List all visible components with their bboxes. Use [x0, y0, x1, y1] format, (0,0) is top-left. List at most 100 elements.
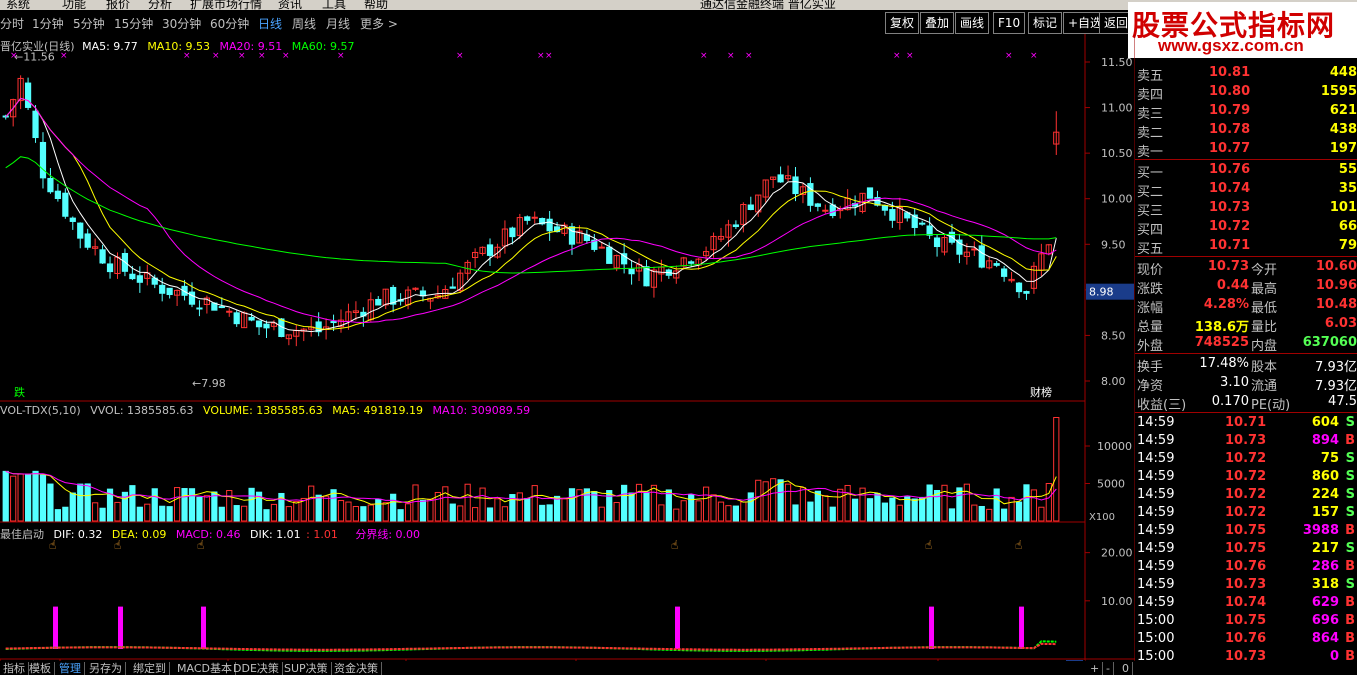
period-60min[interactable]: 60分钟 — [210, 15, 249, 32]
tab-macd-basic[interactable]: MACD基本 — [174, 662, 236, 675]
volume-bar — [896, 504, 903, 522]
menu-help[interactable]: 帮助 — [364, 0, 388, 10]
stat-value: 3.10 — [1220, 375, 1249, 390]
tick-volume: 860 — [1311, 469, 1339, 484]
period-weekly[interactable]: 周线 — [292, 15, 316, 32]
tick-row: 14:59 10.72 157 S — [1135, 504, 1357, 522]
tick-price: 10.76 — [1225, 631, 1267, 646]
volume-bar — [524, 497, 531, 522]
period-timeshare[interactable]: 分时 — [0, 15, 24, 32]
sell-level[interactable]: 卖二 10.78 438 — [1135, 121, 1357, 141]
candle-body — [99, 249, 106, 264]
stat-label: 量比 — [1251, 320, 1278, 335]
kline-chart[interactable]: 11.5011.0010.5010.009.509.008.508.008.98… — [0, 34, 1135, 661]
dea-line — [5, 642, 1057, 651]
sell-level[interactable]: 卖一 10.77 197 — [1135, 140, 1357, 160]
menu-tools[interactable]: 工具 — [322, 0, 346, 10]
volume-bar — [598, 506, 605, 522]
buy-level[interactable]: 买三 10.73 101 — [1135, 199, 1357, 219]
period-15min[interactable]: 15分钟 — [114, 15, 153, 32]
tick-side: S — [1345, 451, 1355, 466]
buy-level[interactable]: 买二 10.74 35 — [1135, 180, 1357, 200]
tick-time: 14:59 — [1137, 595, 1175, 610]
period-more[interactable]: 更多 > — [360, 15, 398, 32]
restore-rights-button[interactable]: 复权 — [885, 12, 920, 34]
stat-label: 涨跌 — [1137, 282, 1164, 297]
tab-template[interactable]: 模板 — [26, 662, 55, 675]
period-monthly[interactable]: 月线 — [326, 15, 350, 32]
overlay-button[interactable]: 叠加 — [920, 12, 955, 34]
volume-bar — [814, 490, 821, 522]
vol-tick-label: 5000 — [1097, 478, 1125, 491]
ma60-line — [5, 156, 1057, 274]
f10-button[interactable]: F10 — [993, 12, 1026, 34]
volume-bar — [926, 484, 933, 522]
period-5min[interactable]: 5分钟 — [73, 15, 105, 32]
buy-level[interactable]: 买五 10.71 79 — [1135, 237, 1357, 257]
menu-analysis[interactable]: 分析 — [148, 0, 172, 10]
tick-row: 14:59 10.72 860 S — [1135, 468, 1357, 486]
menu-ext-market[interactable]: 扩展市场行情 — [190, 0, 262, 10]
period-30min[interactable]: 30分钟 — [162, 15, 201, 32]
tab-bind-to[interactable]: 绑定到 — [130, 662, 170, 675]
volume-bar — [330, 489, 337, 522]
tick-price: 10.71 — [1225, 415, 1267, 430]
buy-level[interactable]: 买一 10.76 55 — [1135, 161, 1357, 181]
zoom-out-button[interactable]: - — [1103, 662, 1114, 675]
watermark-logo: 股票公式指标网 www.gsxz.com.cn — [1128, 2, 1357, 58]
volume-bar — [92, 502, 99, 522]
volume-bar — [2, 470, 9, 522]
tick-volume: 696 — [1311, 613, 1339, 628]
stat-label: 换手 — [1137, 360, 1164, 375]
sell-level[interactable]: 卖四 10.80 1595 — [1135, 83, 1357, 103]
level-price: 10.74 — [1209, 181, 1251, 196]
volume-bar — [241, 505, 248, 522]
tick-volume: 224 — [1311, 487, 1339, 502]
candle-body — [24, 82, 32, 108]
candle-body — [822, 209, 829, 212]
tab-indicator[interactable]: 指标 — [0, 662, 29, 675]
menu-system[interactable]: 系统 — [6, 0, 30, 10]
level-price: 10.76 — [1209, 162, 1251, 177]
period-1min[interactable]: 1分钟 — [32, 15, 64, 32]
tick-price: 10.72 — [1225, 487, 1267, 502]
candle-body — [449, 286, 456, 289]
candle-body — [732, 224, 740, 228]
menu-info[interactable]: 资讯 — [278, 0, 302, 10]
zoom-in-button[interactable]: + — [1087, 662, 1104, 675]
draw-line-button[interactable]: 画线 — [955, 12, 990, 34]
zoom-reset-button[interactable]: 0 — [1119, 662, 1133, 675]
candle-body — [218, 306, 225, 309]
candle-body — [628, 268, 635, 275]
menu-quotes[interactable]: 报价 — [106, 0, 130, 10]
period-daily[interactable]: 日线 — [258, 15, 282, 32]
tick-side: B — [1345, 613, 1355, 628]
tab-manage[interactable]: 管理 — [56, 662, 85, 675]
tick-price: 10.72 — [1225, 469, 1267, 484]
level-volume: 79 — [1338, 238, 1357, 253]
tick-time: 15:00 — [1137, 649, 1175, 664]
volume-legend: VOL-TDX(5,10) VVOL: 1385585.63 VOLUME: 1… — [0, 404, 530, 417]
mark-button[interactable]: 标记 — [1028, 12, 1063, 34]
sell-level[interactable]: 卖五 10.81 448 — [1135, 64, 1357, 84]
sell-level[interactable]: 卖三 10.79 621 — [1135, 102, 1357, 122]
stat-row: 外盘 748525 内盘 637060 — [1135, 334, 1357, 354]
volume-bar — [285, 506, 292, 522]
volume-bar — [10, 475, 17, 522]
tick-row: 14:59 10.74 629 B — [1135, 594, 1357, 612]
menu-function[interactable]: 功能 — [62, 0, 86, 10]
volume-bar — [54, 509, 61, 522]
vol-ma5-line — [5, 470, 1057, 505]
tick-side: S — [1345, 415, 1355, 430]
volume-bar — [442, 486, 449, 522]
tab-save-as[interactable]: 另存为 — [86, 662, 126, 675]
buy-level[interactable]: 买四 10.72 66 — [1135, 218, 1357, 238]
tab-sup-decision[interactable]: SUP决策 — [281, 662, 332, 675]
candle-body — [866, 187, 874, 199]
volume-bar — [822, 495, 829, 522]
tab-fund-decision[interactable]: 资金决策 — [331, 662, 382, 675]
tab-dde-decision[interactable]: DDE决策 — [230, 662, 283, 675]
candle-body — [524, 216, 531, 221]
candle-body — [136, 275, 143, 283]
candle-body — [1015, 282, 1023, 293]
